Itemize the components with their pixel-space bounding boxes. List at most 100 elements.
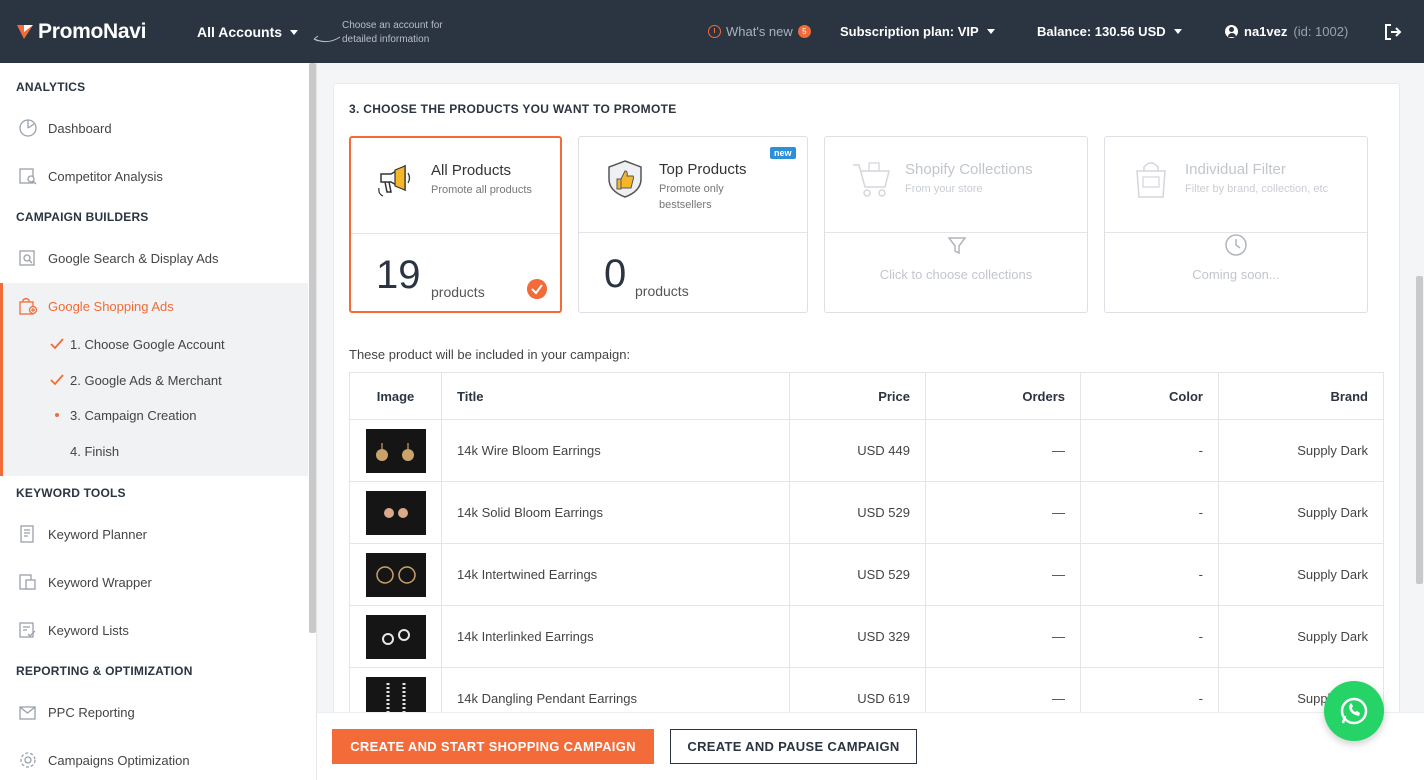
table-row: 14k Dangling Pendant Earrings USD 619 — …	[349, 667, 1384, 712]
product-brand: Supply Dark	[1218, 481, 1384, 544]
section-reporting: REPORTING & OPTIMIZATION	[16, 664, 193, 678]
user-icon	[1225, 25, 1238, 38]
sidebar-item-label: PPC Reporting	[48, 704, 135, 720]
col-header-image[interactable]: Image	[349, 372, 442, 420]
card-subtitle: Promote only bestsellers	[659, 183, 724, 211]
card-subtitle: Filter by brand, collection, etc	[1185, 183, 1329, 195]
product-color: -	[1080, 481, 1219, 544]
card-action-text: Click to choose collections	[879, 267, 1033, 282]
create-pause-campaign-button[interactable]: CREATE AND PAUSE CAMPAIGN	[670, 729, 917, 764]
current-step-dot-icon	[55, 413, 59, 417]
account-select[interactable]: All Accounts	[197, 24, 299, 40]
section-analytics: ANALYTICS	[16, 80, 86, 94]
product-count-label: products	[431, 284, 485, 300]
sidebar-item-label: Campaigns Optimization	[48, 752, 190, 768]
sidebar-item-label: Google Search & Display Ads	[48, 250, 219, 266]
sidebar-item-competitor-analysis[interactable]: Competitor Analysis	[0, 154, 308, 198]
section-keyword-tools: KEYWORD TOOLS	[16, 486, 126, 500]
balance-select[interactable]: Balance: 130.56 USD	[1037, 24, 1182, 39]
brand-logo[interactable]: PromoNavi	[16, 20, 146, 44]
page-scrollbar[interactable]	[1416, 276, 1423, 584]
whats-new-count-badge: 5	[797, 25, 811, 38]
sidebar-step-campaign-creation[interactable]: 3. Campaign Creation	[0, 400, 305, 430]
shopping-cart-icon	[853, 162, 890, 197]
product-image-cell	[349, 543, 442, 606]
product-orders: —	[925, 481, 1081, 544]
card-individual-filter[interactable]: Individual Filter Filter by brand, colle…	[1104, 136, 1368, 313]
product-price: USD 529	[789, 543, 926, 606]
sidebar-item-campaigns-optimization[interactable]: Campaigns Optimization	[0, 738, 308, 780]
new-badge: new	[770, 147, 796, 159]
card-divider	[579, 232, 807, 233]
sidebar-item-google-shopping[interactable]: Google Shopping Ads	[0, 284, 308, 328]
sidebar-item-dashboard[interactable]: Dashboard	[0, 106, 308, 150]
product-image-cell	[349, 605, 442, 668]
shopping-bag-icon	[19, 297, 38, 315]
checkmark-icon	[50, 374, 64, 386]
subscription-select[interactable]: Subscription plan: VIP	[840, 24, 995, 39]
product-title: 14k Wire Bloom Earrings	[441, 419, 790, 482]
create-start-campaign-button[interactable]: CREATE AND START SHOPPING CAMPAIGN	[332, 729, 654, 764]
sidebar-item-label: Keyword Planner	[48, 526, 147, 542]
whats-new-link[interactable]: What's new 5	[708, 24, 811, 39]
sidebar-item-ppc-reporting[interactable]: PPC Reporting	[0, 690, 308, 734]
card-action-text: Coming soon...	[1192, 267, 1280, 282]
col-header-color[interactable]: Color	[1080, 372, 1219, 420]
sidebar-step-ads-merchant[interactable]: 2. Google Ads & Merchant	[0, 365, 305, 395]
product-price: USD 449	[789, 419, 926, 482]
dashboard-icon	[19, 119, 37, 137]
sidebar-item-keyword-lists[interactable]: Keyword Lists	[0, 608, 308, 652]
chevron-down-icon	[986, 29, 995, 34]
product-brand: Supply Dark	[1218, 605, 1384, 668]
whatsapp-chat-button[interactable]	[1324, 681, 1384, 741]
subscription-label: Subscription plan: VIP	[840, 24, 979, 39]
megaphone-icon	[378, 164, 411, 197]
product-image-cell	[349, 481, 442, 544]
sidebar-item-keyword-wrapper[interactable]: Keyword Wrapper	[0, 560, 308, 604]
product-price: USD 529	[789, 481, 926, 544]
whats-new-label: What's new	[726, 24, 793, 39]
ppc-reporting-icon	[19, 706, 36, 720]
top-navbar: PromoNavi All Accounts Choose an account…	[0, 0, 1424, 63]
card-all-products[interactable]: All Products Promote all products 19 pro…	[349, 136, 562, 313]
keyword-planner-icon	[20, 525, 34, 543]
table-row: 14k Intertwined Earrings USD 529 — - Sup…	[349, 543, 1384, 606]
col-header-title[interactable]: Title	[441, 372, 790, 420]
selected-check-icon	[527, 279, 547, 299]
product-title: 14k Interlinked Earrings	[441, 605, 790, 668]
sidebar-step-choose-account[interactable]: 1. Choose Google Account	[0, 329, 305, 359]
table-row: 14k Solid Bloom Earrings USD 529 — - Sup…	[349, 481, 1384, 544]
product-image-cell	[349, 667, 442, 712]
card-subtitle: Promote all products	[431, 184, 532, 196]
filter-icon	[947, 237, 967, 255]
col-header-brand[interactable]: Brand	[1218, 372, 1384, 420]
sidebar-step-finish[interactable]: 4. Finish	[0, 436, 305, 466]
sidebar-item-label: Keyword Wrapper	[48, 574, 152, 590]
product-thumbnail	[365, 428, 426, 473]
product-title: 14k Dangling Pendant Earrings	[441, 667, 790, 712]
sidebar-item-keyword-planner[interactable]: Keyword Planner	[0, 512, 308, 556]
user-menu[interactable]: na1vez (id: 1002)	[1225, 24, 1348, 39]
card-shopify-collections[interactable]: Shopify Collections From your store Clic…	[824, 136, 1088, 313]
whatsapp-icon	[1340, 697, 1368, 725]
col-header-orders[interactable]: Orders	[925, 372, 1081, 420]
product-color: -	[1080, 543, 1219, 606]
shopping-bag-icon	[1136, 162, 1166, 198]
sidebar-step-label: 4. Finish	[70, 443, 120, 459]
account-select-label: All Accounts	[197, 24, 283, 40]
product-thumbnail	[365, 490, 426, 535]
card-title: All Products	[431, 162, 512, 179]
logout-icon[interactable]	[1384, 23, 1402, 41]
product-thumbnail	[365, 614, 426, 659]
card-top-products[interactable]: Top Products Promote only bestsellers ne…	[578, 136, 808, 313]
product-color: -	[1080, 667, 1219, 712]
sidebar-item-label: Competitor Analysis	[48, 168, 163, 184]
chevron-down-icon	[290, 29, 299, 35]
col-header-price[interactable]: Price	[789, 372, 926, 420]
sidebar-scrollbar[interactable]	[309, 63, 316, 633]
product-price: USD 619	[789, 667, 926, 712]
alert-circle-icon	[708, 25, 721, 38]
card-title: Top Products	[659, 161, 747, 178]
sidebar-item-google-search-display[interactable]: Google Search & Display Ads	[0, 236, 308, 280]
username: na1vez	[1244, 24, 1288, 39]
